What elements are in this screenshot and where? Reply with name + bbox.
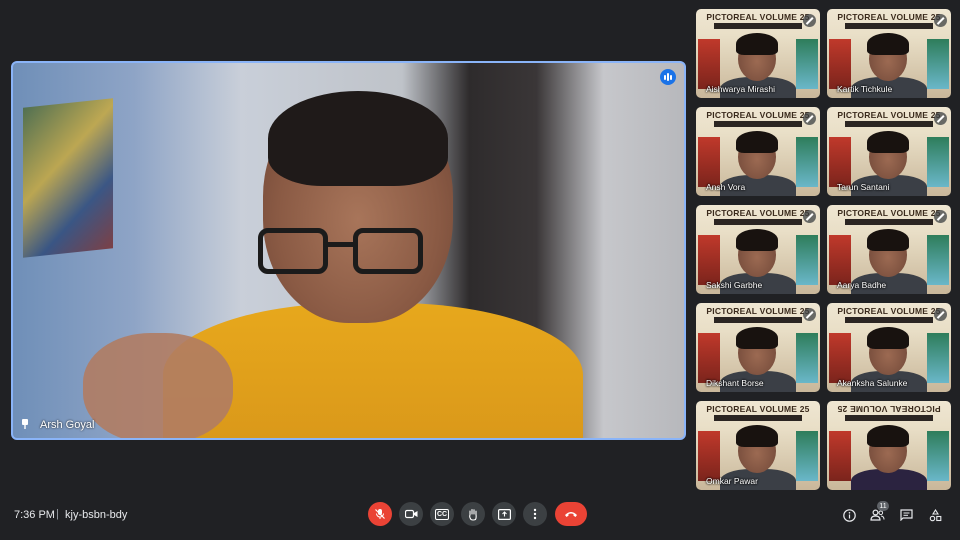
participant-tile[interactable]: PICTOREAL VOLUME 25 Aarya Badhe (827, 205, 951, 294)
participant-name: Kartik Tichkule (837, 84, 893, 94)
participant-name: Aishwarya Mirashi (706, 84, 775, 94)
participant-tile[interactable]: PICTOREAL VOLUME 25 Aishwarya Mirashi (696, 9, 820, 98)
meeting-details-button[interactable] (841, 507, 857, 523)
tile-banner: PICTOREAL VOLUME 25 (706, 110, 810, 120)
participant-name: Tarun Santani (837, 182, 890, 192)
present-button[interactable] (492, 502, 516, 526)
participant-tile[interactable]: PICTOREAL VOLUME 25 Sakshi Garbhe (696, 205, 820, 294)
speaker-glasses (258, 228, 428, 276)
people-count-badge: 11 (877, 501, 889, 511)
tile-banner: PICTOREAL VOLUME 25 (706, 208, 810, 218)
raise-hand-icon (469, 508, 477, 521)
meeting-time: 7:36 PM (14, 509, 55, 521)
pin-icon[interactable] (19, 418, 31, 430)
participant-name: Dikshant Borse (706, 378, 764, 388)
mic-off-icon (803, 14, 816, 27)
present-screen-icon (497, 508, 511, 520)
videocam-icon (404, 509, 417, 519)
tile-banner: PICTOREAL VOLUME 25 (837, 110, 941, 120)
participant-name: Akanksha Salunke (837, 378, 908, 388)
mic-off-icon (934, 308, 947, 321)
tile-subbanner (714, 23, 802, 29)
speaker-hair (268, 91, 448, 186)
speaker-name: Arsh Goyal (40, 419, 95, 431)
divider: | (56, 508, 59, 520)
participant-name: Sakshi Garbhe (706, 280, 763, 290)
participant-name: Ansh Vora (706, 182, 746, 192)
info-icon (842, 508, 856, 522)
mic-off-icon (934, 210, 947, 223)
leave-call-button[interactable] (555, 502, 587, 526)
tile-banner: PICTOREAL VOLUME 25 (837, 12, 941, 22)
microphone-button[interactable] (368, 502, 392, 526)
participant-tile[interactable]: PICTOREAL VOLUME 25 Omkar Pawar (696, 401, 820, 490)
speaking-indicator-icon (660, 69, 676, 85)
participant-tile[interactable]: PICTOREAL VOLUME 25 Ansh Vora (696, 107, 820, 196)
raise-hand-button[interactable] (461, 502, 485, 526)
mic-off-icon (803, 308, 816, 321)
participant-tile[interactable]: PICTOREAL VOLUME 25 Kartik Tichkule (827, 9, 951, 98)
participant-name: Aarya Badhe (837, 280, 887, 290)
tile-banner: PICTOREAL VOLUME 25 (837, 404, 941, 414)
wall-painting (23, 98, 113, 258)
main-speaker-tile[interactable]: Arsh Goyal (11, 61, 686, 440)
call-end-icon (565, 512, 577, 517)
mic-off-icon (803, 112, 816, 125)
participant-grid: PICTOREAL VOLUME 25 Aishwarya Mirashi PI… (696, 9, 951, 493)
chat-icon (899, 509, 913, 521)
tile-banner: PICTOREAL VOLUME 25 (706, 12, 810, 22)
participant-tile[interactable]: PICTOREAL VOLUME 25 (827, 401, 951, 490)
tile-banner: PICTOREAL VOLUME 25 (837, 208, 941, 218)
activities-icon (929, 508, 941, 521)
tile-banner: PICTOREAL VOLUME 25 (706, 404, 810, 414)
speaker-hand (83, 333, 233, 438)
mic-off-icon (803, 210, 816, 223)
more-options-icon (533, 508, 537, 520)
closed-captions-icon: CC (434, 508, 450, 520)
chat-button[interactable] (898, 507, 914, 523)
bottom-toolbar: 7:36 PM | kjy-bsbn-bdy CC (0, 494, 960, 540)
participant-tile[interactable]: PICTOREAL VOLUME 25 Akanksha Salunke (827, 303, 951, 392)
captions-button[interactable]: CC (430, 502, 454, 526)
more-options-button[interactable] (523, 502, 547, 526)
meeting-code: kjy-bsbn-bdy (65, 509, 128, 521)
mic-off-icon (934, 112, 947, 125)
camera-button[interactable] (399, 502, 423, 526)
mic-off-icon (375, 509, 385, 519)
tile-banner: PICTOREAL VOLUME 25 (837, 306, 941, 316)
tile-banner: PICTOREAL VOLUME 25 (706, 306, 810, 316)
participant-name: Omkar Pawar (706, 476, 758, 486)
participant-tile[interactable]: PICTOREAL VOLUME 25 Tarun Santani (827, 107, 951, 196)
activities-button[interactable] (927, 507, 943, 523)
mic-off-icon (934, 14, 947, 27)
participant-tile[interactable]: PICTOREAL VOLUME 25 Dikshant Borse (696, 303, 820, 392)
